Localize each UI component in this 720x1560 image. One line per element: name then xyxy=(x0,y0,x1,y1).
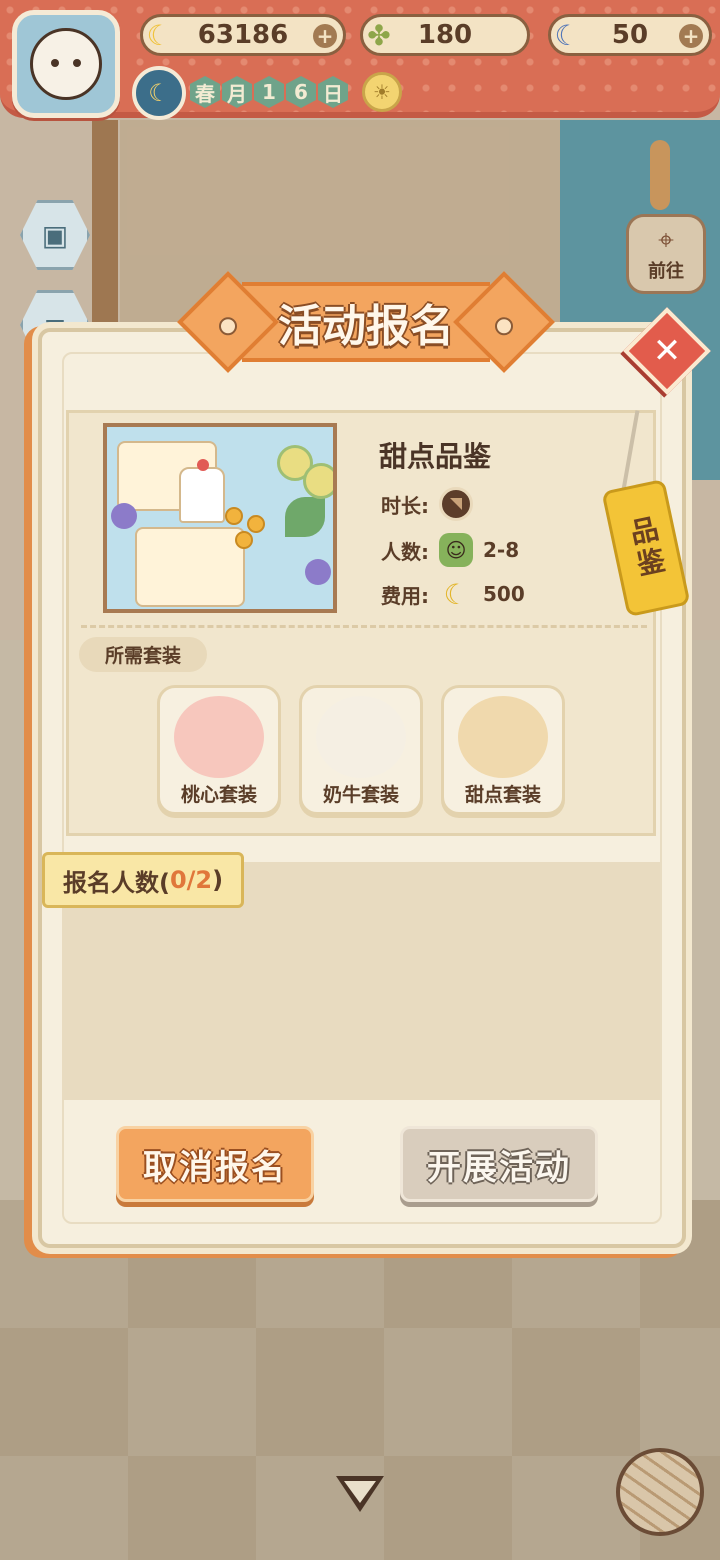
goto-label: 前往 xyxy=(648,261,684,282)
cost-label: 费用: xyxy=(381,583,429,608)
date-char: 春 xyxy=(190,76,220,108)
cake-icon xyxy=(179,459,225,523)
goto-button[interactable]: ⌖ 前往 xyxy=(626,214,706,294)
dialog-title: 活动报名 xyxy=(278,301,454,352)
banana-icon: ☾ xyxy=(146,18,172,52)
suit-item-dessert[interactable]: 甜点套装 xyxy=(441,685,565,815)
banana-icon: ☾ xyxy=(443,577,469,611)
duration-label: 时长: xyxy=(381,493,429,518)
map-pin-icon: ⌖ xyxy=(658,223,674,256)
people-label: 人数: xyxy=(381,539,429,564)
clock-icon xyxy=(439,487,473,521)
cost-row: 费用: ☾ 500 xyxy=(381,577,525,611)
blue-banana-amount: 50 xyxy=(611,20,649,50)
activity-name: 甜点品鉴 xyxy=(379,440,492,473)
dialog-title-banner: 活动报名 xyxy=(176,268,556,376)
rope-decoration xyxy=(650,140,670,210)
dashed-divider xyxy=(81,625,647,628)
cost-value: 500 xyxy=(483,582,525,606)
add-bananas-button[interactable]: + xyxy=(313,24,337,48)
yarn-ball-icon[interactable] xyxy=(616,1448,704,1536)
date-display: 春 月 1 6 日 xyxy=(190,76,348,108)
suit-name: 桃心套装 xyxy=(180,784,257,806)
people-icon: ☺ xyxy=(439,533,473,567)
people-value: 2-8 xyxy=(483,538,520,562)
pic-violet xyxy=(305,559,331,585)
activity-illustration xyxy=(103,423,337,613)
clover-counter: ✤ 180 xyxy=(360,14,530,56)
add-blue-bananas-button[interactable]: + xyxy=(679,24,703,48)
date-char: 6 xyxy=(286,76,316,108)
close-icon: ✕ xyxy=(652,331,682,371)
signup-count-badge: 报名人数(0/2) xyxy=(42,852,245,908)
required-suits-label: 所需套装 xyxy=(79,637,208,672)
pic-orange xyxy=(225,507,243,525)
pic-orange xyxy=(247,515,265,533)
pic-violet xyxy=(111,503,137,529)
signup-count: 0/2 xyxy=(169,866,213,894)
banana-counter: ☾ 63186 + xyxy=(140,14,346,56)
duration-row: 时长: xyxy=(381,487,473,521)
player-avatar[interactable] xyxy=(12,10,120,118)
cancel-signup-button[interactable]: 取消报名 xyxy=(116,1126,314,1202)
season-moon-icon[interactable]: ☾ xyxy=(132,66,186,120)
date-char: 月 xyxy=(222,76,252,108)
blue-banana-icon: ☾ xyxy=(554,18,580,52)
clover-icon: ✤ xyxy=(367,18,391,52)
cow-outfit-icon xyxy=(316,696,406,778)
cat-avatar-icon xyxy=(30,28,102,100)
suit-name: 甜点套装 xyxy=(464,784,541,806)
suit-item-peach-heart[interactable]: 桃心套装 xyxy=(157,685,281,815)
pic-orange xyxy=(235,531,253,549)
sun-weather-icon[interactable]: ☀ xyxy=(362,72,402,112)
blue-banana-counter: ☾ 50 + xyxy=(548,14,712,56)
suit-item-cow[interactable]: 奶牛套装 xyxy=(299,685,423,815)
pic-flower xyxy=(303,463,333,499)
banana-amount: 63186 xyxy=(197,20,289,50)
peach-heart-outfit-icon xyxy=(174,696,264,778)
pic-table xyxy=(135,527,245,607)
signup-label: 报名人数( xyxy=(63,868,170,897)
signup-close-paren: ) xyxy=(212,866,224,894)
date-char: 日 xyxy=(318,76,348,108)
clover-amount: 180 xyxy=(417,20,473,50)
dessert-outfit-icon xyxy=(458,696,548,778)
suit-name: 奶牛套装 xyxy=(322,784,399,806)
people-row: 人数: ☺ 2-8 xyxy=(381,533,519,567)
pic-leaf xyxy=(285,497,325,537)
date-char: 1 xyxy=(254,76,284,108)
start-activity-button[interactable]: 开展活动 xyxy=(400,1126,598,1202)
activity-info-card: 甜点品鉴 时长: 人数: ☺ 2-8 费用: ☾ 500 所需套装 桃心套装 奶… xyxy=(66,410,656,836)
